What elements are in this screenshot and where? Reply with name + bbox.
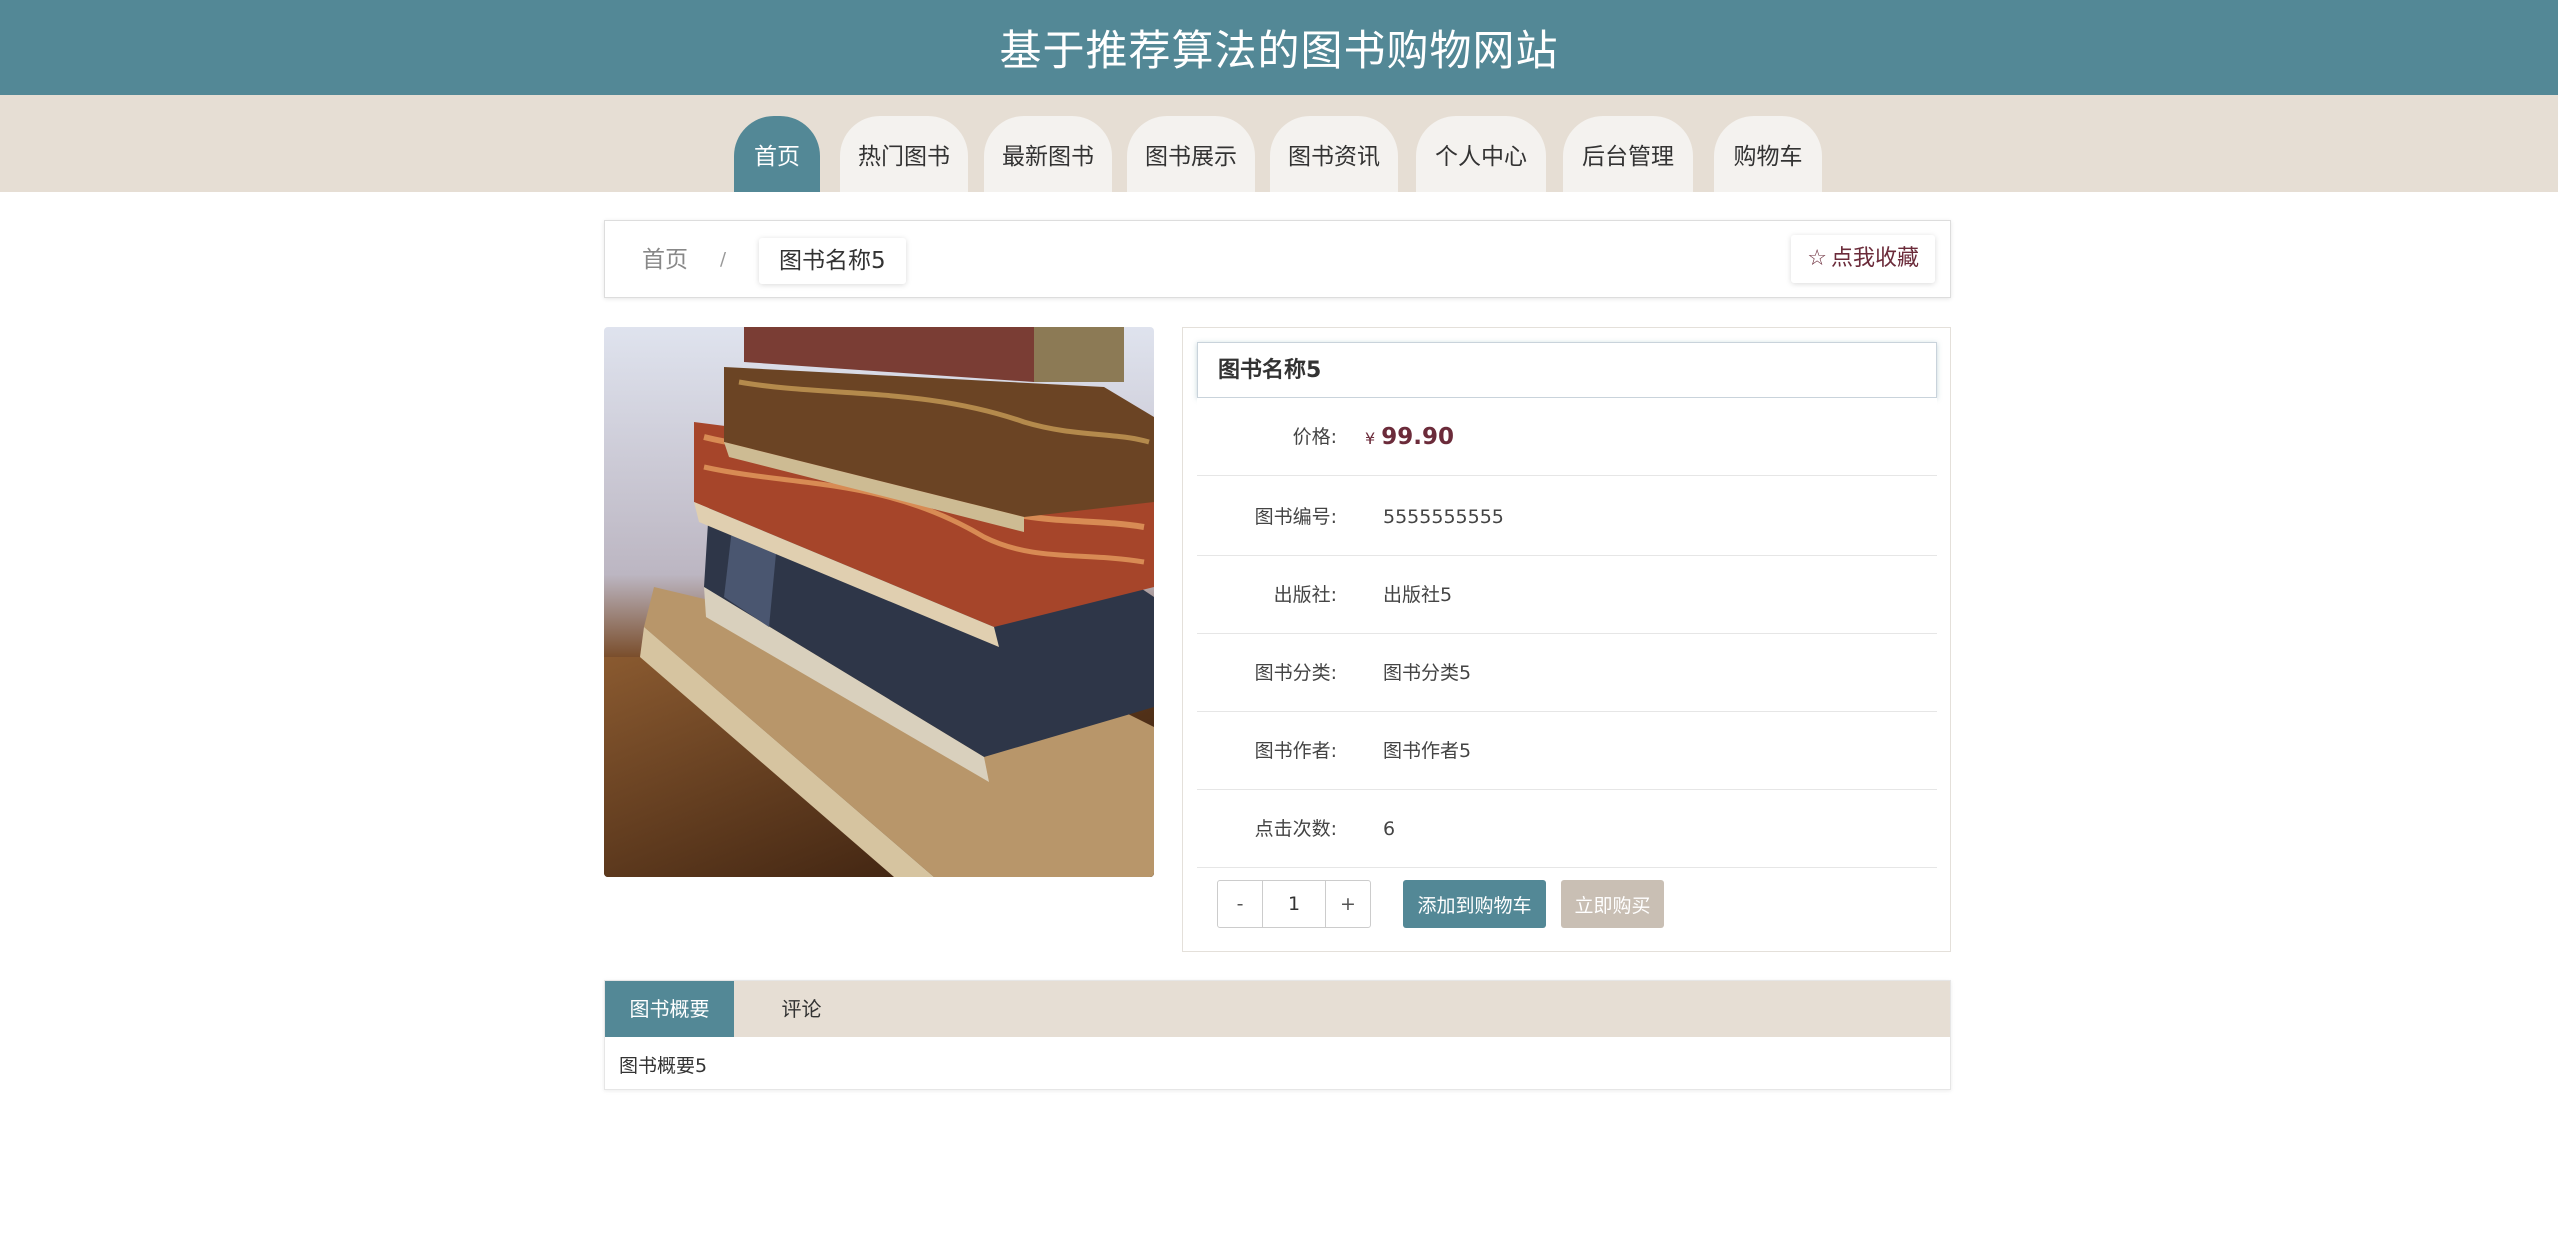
detail-row-clicks: 点击次数: 6 [1197, 790, 1937, 868]
breadcrumb-current: 图书名称5 [759, 238, 906, 284]
nav-item-admin[interactable]: 后台管理 [1563, 116, 1693, 192]
field-value: 出版社5 [1383, 584, 1453, 606]
book-tabs-panel: 图书概要 评论 图书概要5 [604, 980, 1951, 1090]
nav-item-hot-books[interactable]: 热门图书 [840, 116, 968, 192]
breadcrumb-home[interactable]: 首页 [642, 221, 688, 299]
favorite-button[interactable]: ☆ 点我收藏 [1791, 235, 1935, 283]
tab-summary[interactable]: 图书概要 [605, 981, 734, 1037]
quantity-increase-button[interactable]: + [1325, 880, 1371, 928]
site-title: 基于推荐算法的图书购物网站 [999, 26, 1559, 75]
nav-item-home[interactable]: 首页 [734, 116, 820, 192]
main-nav: 首页 热门图书 最新图书 图书展示 图书资讯 个人中心 后台管理 购物车 [0, 95, 2558, 192]
price-label: 价格: [1292, 426, 1337, 448]
site-header: 基于推荐算法的图书购物网站 [0, 0, 2558, 95]
detail-row-price: 价格: ¥ 99.90 [1197, 398, 1937, 476]
field-label: 图书分类: [1254, 662, 1337, 684]
detail-row-book-id: 图书编号: 5555555555 [1197, 478, 1937, 556]
quantity-decrease-button[interactable]: - [1217, 880, 1263, 928]
nav-item-new-books[interactable]: 最新图书 [984, 116, 1112, 192]
price-value: 99.90 [1381, 424, 1454, 450]
tabs-bar: 图书概要 评论 [605, 981, 1950, 1037]
nav-item-book-display[interactable]: 图书展示 [1127, 116, 1255, 192]
add-to-cart-button[interactable]: 添加到购物车 [1403, 880, 1546, 928]
price-currency: ¥ [1365, 429, 1376, 448]
detail-row-category: 图书分类: 图书分类5 [1197, 634, 1937, 712]
price-value-group: ¥ 99.90 [1365, 398, 1454, 476]
purchase-actions: - + 添加到购物车 立即购买 [1197, 870, 1937, 938]
field-value: 5555555555 [1383, 506, 1504, 528]
star-outline-icon: ☆ [1807, 246, 1827, 271]
field-label: 图书编号: [1254, 506, 1337, 528]
breadcrumb-separator: / [720, 249, 727, 270]
breadcrumb: 首页 / 图书名称5 ☆ 点我收藏 [604, 220, 1951, 298]
book-title: 图书名称5 [1197, 342, 1937, 398]
detail-row-author: 图书作者: 图书作者5 [1197, 712, 1937, 790]
buy-now-button[interactable]: 立即购买 [1561, 880, 1664, 928]
field-label: 出版社: [1273, 584, 1337, 606]
field-label: 图书作者: [1254, 740, 1337, 762]
detail-row-publisher: 出版社: 出版社5 [1197, 556, 1937, 634]
nav-item-book-news[interactable]: 图书资讯 [1270, 116, 1398, 192]
field-label: 点击次数: [1254, 818, 1337, 840]
field-value: 图书作者5 [1383, 740, 1472, 762]
nav-item-cart[interactable]: 购物车 [1714, 116, 1822, 192]
tab-content: 图书概要5 [619, 1055, 708, 1077]
tab-comments[interactable]: 评论 [734, 981, 869, 1037]
field-value: 图书分类5 [1383, 662, 1472, 684]
nav-item-personal-center[interactable]: 个人中心 [1416, 116, 1546, 192]
quantity-input[interactable] [1263, 880, 1325, 928]
field-value: 6 [1383, 818, 1396, 840]
book-details-panel: 图书名称5 价格: ¥ 99.90 图书编号: 5555555555 出版社: … [1182, 327, 1951, 952]
favorite-label: 点我收藏 [1830, 246, 1919, 271]
book-cover-image [604, 327, 1154, 877]
